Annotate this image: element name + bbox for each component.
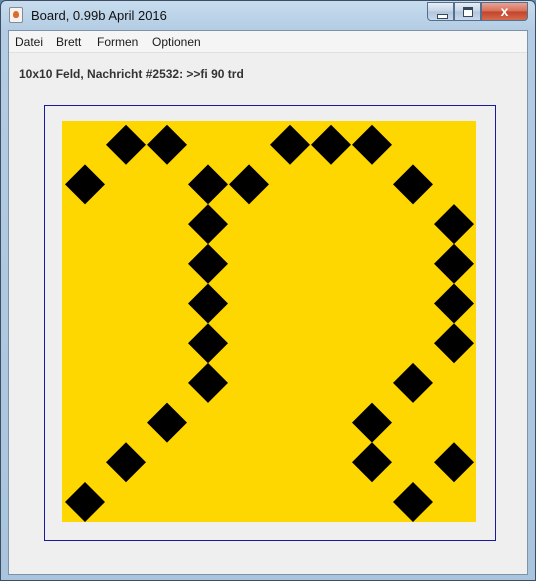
maximize-button[interactable] xyxy=(454,2,481,21)
menu-bar: Datei Brett Formen Optionen xyxy=(9,31,527,53)
menu-optionen[interactable]: Optionen xyxy=(152,35,201,49)
menu-brett[interactable]: Brett xyxy=(56,35,81,49)
client-area: Datei Brett Formen Optionen 10x10 Feld, … xyxy=(8,30,528,575)
status-message: 10x10 Feld, Nachricht #2532: >>fi 90 trd xyxy=(19,67,244,81)
board[interactable] xyxy=(45,106,495,540)
close-button[interactable]: x xyxy=(481,2,528,21)
board-frame xyxy=(44,105,496,541)
app-window: Board, 0.99b April 2016 x Datei Brett Fo… xyxy=(0,0,536,581)
menu-datei[interactable]: Datei xyxy=(15,35,43,49)
title-bar[interactable]: Board, 0.99b April 2016 x xyxy=(1,1,535,29)
window-title: Board, 0.99b April 2016 xyxy=(31,8,167,23)
java-cup-icon[interactable] xyxy=(9,7,23,23)
menu-formen[interactable]: Formen xyxy=(97,35,138,49)
minimize-button[interactable] xyxy=(427,2,454,21)
